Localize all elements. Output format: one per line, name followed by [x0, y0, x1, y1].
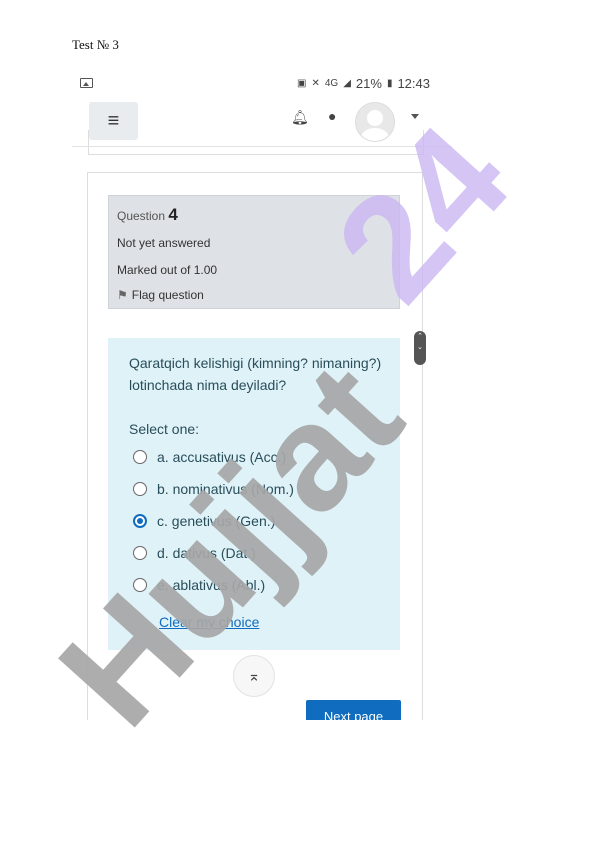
status-indicators: ▣ ✕ 4G ◢ 21% ▮ 12:43 — [297, 76, 430, 91]
option-a-label[interactable]: a. accusativus (Acc.) — [157, 449, 286, 465]
network-type: 4G — [324, 78, 339, 89]
answer-option-e[interactable]: e. ablativus (Abl.) — [133, 577, 265, 593]
radio-a[interactable] — [133, 450, 147, 464]
option-d-label[interactable]: d. dativus (Dat.) — [157, 545, 256, 561]
chat-icon[interactable]: ● — [328, 108, 336, 124]
signal-icon: ◢ — [343, 78, 351, 89]
radio-c[interactable] — [133, 514, 147, 528]
sim-icon: ▣ — [297, 78, 307, 89]
answer-option-c[interactable]: c. genetivus (Gen.) — [133, 513, 275, 529]
clear-choice-link[interactable]: Clear my choice — [159, 614, 259, 630]
question-info-box: Question 4 Not yet answered Marked out o… — [108, 195, 400, 309]
status-bar: ▣ ✕ 4G ◢ 21% ▮ 12:43 — [72, 70, 452, 98]
battery-percent: 21% — [355, 76, 382, 91]
battery-icon: ▮ — [386, 78, 393, 89]
clock: 12:43 — [397, 76, 430, 91]
flag-question-link[interactable]: ⚑ Flag question — [117, 288, 204, 302]
radio-d[interactable] — [133, 546, 147, 560]
back-to-top-icon: ⌅ — [247, 668, 261, 685]
phone-screenshot: ▣ ✕ 4G ◢ 21% ▮ 12:43 ≡ 🔔︎ ● Question 4 N… — [72, 70, 452, 720]
option-b-label[interactable]: b. nominativus (Nom.) — [157, 481, 294, 497]
question-grade: Marked out of 1.00 — [117, 263, 218, 277]
question-heading: Question 4 — [117, 205, 178, 225]
chevron-down-icon[interactable] — [411, 114, 419, 119]
question-number: 4 — [168, 205, 178, 224]
gallery-icon — [80, 78, 93, 88]
answer-option-d[interactable]: d. dativus (Dat.) — [133, 545, 256, 561]
question-label: Question — [117, 209, 166, 223]
answer-option-a[interactable]: a. accusativus (Acc.) — [133, 449, 286, 465]
navbar-divider — [72, 146, 452, 147]
next-page-button[interactable]: Next page — [306, 700, 401, 720]
question-content: Qaratqich kelishigi (kimning? nimaning?)… — [108, 338, 400, 650]
question-state: Not yet answered — [117, 236, 211, 250]
back-to-top-button[interactable]: ⌅ — [233, 655, 275, 697]
document-title: Test № 3 — [72, 37, 119, 52]
flag-question-label: Flag question — [131, 288, 204, 302]
radio-e[interactable] — [133, 578, 147, 592]
option-e-label[interactable]: e. ablativus (Abl.) — [157, 577, 265, 593]
previous-card-edge — [88, 130, 424, 155]
option-c-label[interactable]: c. genetivus (Gen.) — [157, 513, 275, 529]
answer-option-b[interactable]: b. nominativus (Nom.) — [133, 481, 294, 497]
avatar-head — [367, 110, 383, 126]
question-text: Qaratqich kelishigi (kimning? nimaning?)… — [129, 355, 382, 393]
radio-b[interactable] — [133, 482, 147, 496]
flag-icon: ⚑ — [117, 288, 128, 302]
bell-icon[interactable]: 🔔︎ — [291, 109, 309, 126]
select-one-label: Select one: — [129, 421, 200, 437]
mute-icon: ✕ — [311, 78, 320, 89]
question-card: Question 4 Not yet answered Marked out o… — [87, 172, 423, 720]
scrollbar-thumb[interactable]: ⌃ ⌄ — [414, 331, 426, 365]
